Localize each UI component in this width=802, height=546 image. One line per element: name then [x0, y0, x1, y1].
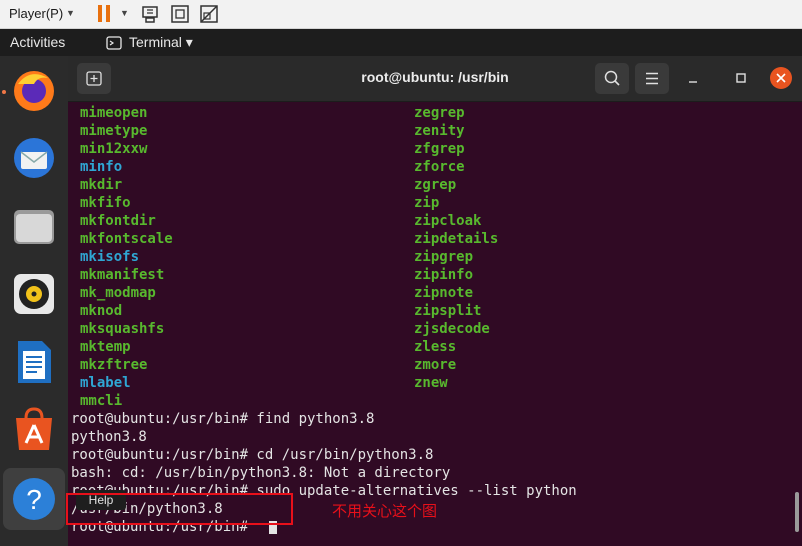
terminal-app-icon	[106, 36, 122, 50]
file-entry: zfgrep	[414, 141, 465, 157]
file-entry: zipinfo	[414, 267, 474, 283]
help-icon[interactable]: ?	[3, 468, 65, 530]
file-entry: mkmanifest	[80, 267, 165, 283]
annotation-text: 不用关心这个图	[332, 503, 438, 520]
file-entry: mimeopen	[80, 105, 148, 121]
file-entry: mkdir	[80, 177, 123, 193]
file-entry: zipnote	[414, 285, 474, 301]
writer-icon[interactable]	[8, 336, 60, 388]
vmware-toolbar: Player(P) ▼ ▼	[0, 0, 802, 29]
pause-icon[interactable]	[98, 5, 110, 22]
fit-window-icon[interactable]	[170, 4, 190, 24]
ubuntu-top-bar: Activities Terminal ▾	[0, 29, 802, 56]
menu-button[interactable]	[635, 63, 669, 94]
file-entry: mlabel	[80, 375, 131, 391]
software-icon[interactable]	[8, 404, 60, 456]
thunderbird-icon[interactable]	[8, 132, 60, 184]
file-entry: min12xxw	[80, 141, 148, 157]
file-entry: zipdetails	[414, 231, 499, 247]
player-menu[interactable]: Player(P)	[9, 6, 63, 21]
file-entry: mk_modmap	[80, 285, 156, 301]
svg-text:?: ?	[26, 484, 42, 515]
file-entry: zipsplit	[414, 303, 482, 319]
close-button[interactable]	[770, 67, 792, 89]
file-entry: mkfifo	[80, 195, 131, 211]
file-entry: zipgrep	[414, 249, 474, 265]
maximize-button[interactable]	[730, 67, 752, 89]
file-entry: mksquashfs	[80, 321, 165, 337]
firefox-icon[interactable]	[8, 64, 60, 116]
search-button[interactable]	[595, 63, 629, 94]
file-entry: zless	[414, 339, 457, 355]
file-entry: minfo	[80, 159, 123, 175]
dock: ?	[0, 56, 68, 546]
file-entry: mkisofs	[80, 249, 140, 265]
file-entry: mkzftree	[80, 357, 148, 373]
file-entry: zgrep	[414, 177, 457, 193]
annotation-highlight-box	[66, 493, 293, 525]
file-entry: znew	[414, 375, 448, 391]
file-entry: mimetype	[80, 123, 148, 139]
file-entry: mknod	[80, 303, 123, 319]
terminal-line: python3.8	[71, 429, 147, 445]
file-entry: zmore	[414, 357, 457, 373]
file-entry: mkfontscale	[80, 231, 173, 247]
unity-icon[interactable]	[199, 4, 219, 24]
file-entry: mktemp	[80, 339, 131, 355]
terminal-headerbar: root@ubuntu: /usr/bin	[68, 56, 802, 102]
running-indicator	[2, 90, 6, 94]
file-entry: zegrep	[414, 105, 465, 121]
app-menu[interactable]: Terminal ▾	[129, 34, 193, 51]
rhythmbox-icon[interactable]	[8, 268, 60, 320]
pause-caret-icon[interactable]: ▼	[120, 8, 129, 18]
terminal-line: root@ubuntu:/usr/bin# cd /usr/bin/python…	[71, 447, 434, 463]
terminal-line: bash: cd: /usr/bin/python3.8: Not a dire…	[71, 465, 451, 481]
activities-button[interactable]: Activities	[10, 34, 65, 50]
file-entry: zenity	[414, 123, 465, 139]
files-icon[interactable]	[8, 200, 60, 252]
minimize-button[interactable]	[682, 67, 704, 89]
terminal-line: root@ubuntu:/usr/bin# find python3.8	[71, 411, 375, 427]
file-entry: zforce	[414, 159, 465, 175]
file-entry: zip	[414, 195, 440, 211]
scrollbar-thumb[interactable]	[795, 492, 799, 532]
file-entry: zipcloak	[414, 213, 482, 229]
file-entry: mkfontdir	[80, 213, 156, 229]
send-ctrl-alt-del-icon[interactable]	[140, 4, 160, 24]
file-entry: zjsdecode	[414, 321, 490, 337]
dropdown-caret-icon[interactable]: ▼	[66, 8, 75, 18]
file-entry: mmcli	[80, 393, 123, 409]
